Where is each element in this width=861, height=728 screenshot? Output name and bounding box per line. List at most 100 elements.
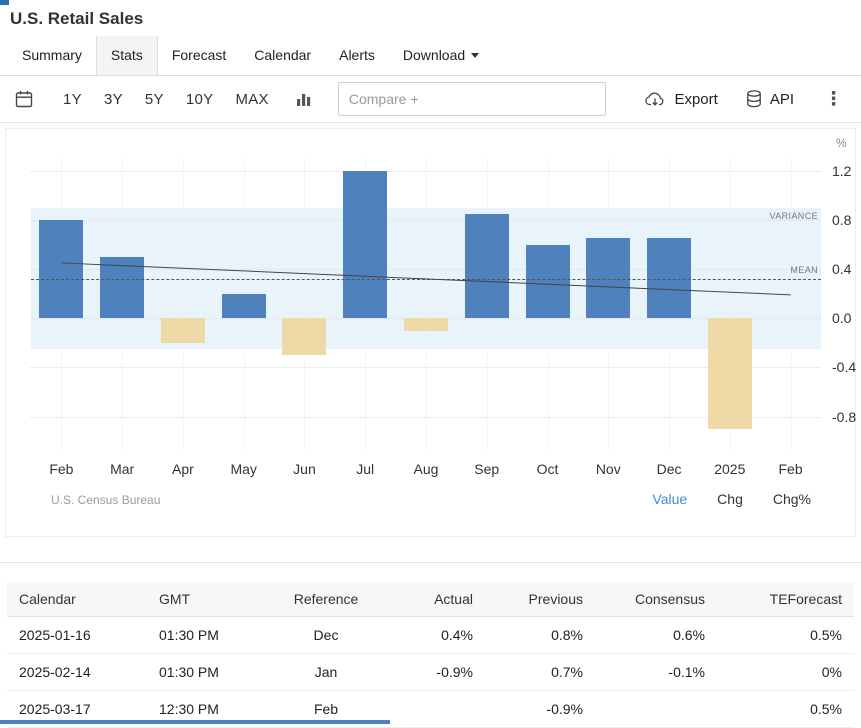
y-tick-label: 0.0: [832, 310, 851, 326]
x-tick-label: Apr: [153, 461, 214, 477]
table-cell: 0.7%: [485, 654, 595, 691]
gridline: [31, 220, 821, 221]
chevron-down-icon: [471, 53, 479, 58]
compare-input[interactable]: [338, 82, 606, 116]
table-header-calendar: Calendar: [7, 582, 147, 617]
table-cell: 2025-01-16: [7, 617, 147, 654]
tab-calendar[interactable]: Calendar: [240, 36, 325, 75]
x-tick-label: 2025: [699, 461, 760, 477]
source-label: U.S. Census Bureau: [51, 493, 160, 507]
table-header-teforecast: TEForecast: [717, 582, 854, 617]
table-cell: 2025-02-14: [7, 654, 147, 691]
table-cell: 0%: [717, 654, 854, 691]
vertical-gridline: [304, 156, 305, 451]
view-link-chg[interactable]: Chg: [717, 491, 743, 507]
bar-mar: [100, 257, 144, 318]
gridline: [31, 171, 821, 172]
view-links: Value Chg Chg%: [652, 491, 811, 507]
toolbar-right: Export API ⋮: [616, 90, 847, 109]
api-label: API: [770, 91, 794, 108]
tab-download[interactable]: Download: [389, 36, 493, 75]
results-table: CalendarGMTReferenceActualPreviousConsen…: [7, 582, 854, 728]
vertical-gridline: [426, 156, 427, 451]
table-cell: 0.5%: [717, 617, 854, 654]
bar-sep: [465, 214, 509, 318]
table-row: 2025-02-1401:30 PMJan-0.9%0.7%-0.1%0%: [7, 654, 854, 691]
view-link-chgpct[interactable]: Chg%: [773, 491, 811, 507]
table-cell: Jan: [265, 654, 387, 691]
tab-alerts[interactable]: Alerts: [325, 36, 389, 75]
table-row: 2025-01-1601:30 PMDec0.4%0.8%0.6%0.5%: [7, 617, 854, 654]
range-5y[interactable]: 5Y: [134, 91, 175, 108]
database-icon: [746, 90, 762, 108]
bar-2025: [708, 318, 752, 429]
tab-forecast[interactable]: Forecast: [158, 36, 240, 75]
tab-stats[interactable]: Stats: [96, 36, 158, 75]
table-header-gmt: GMT: [147, 582, 265, 617]
table-cell: 01:30 PM: [147, 617, 265, 654]
table-cell: 01:30 PM: [147, 654, 265, 691]
table-cell: 0.6%: [595, 617, 717, 654]
table-header-consensus: Consensus: [595, 582, 717, 617]
plot-area: MEAN VARIANCE: [31, 156, 821, 451]
table-header-row: CalendarGMTReferenceActualPreviousConsen…: [7, 582, 854, 617]
table-cell: 0.5%: [717, 691, 854, 728]
y-tick-label: 0.8: [832, 212, 851, 228]
bar-chart-icon[interactable]: [296, 91, 312, 107]
y-tick-label: -0.8: [832, 409, 856, 425]
table-cell: [595, 691, 717, 728]
y-tick-label: -0.4: [832, 359, 856, 375]
x-axis-labels: FebMarAprMayJunJulAugSepOctNovDec2025Feb: [31, 461, 821, 477]
cloud-download-icon: [644, 91, 666, 108]
gridline: [31, 367, 821, 368]
table-cell: -0.9%: [387, 654, 485, 691]
y-tick-label: 1.2: [832, 163, 851, 179]
bar-oct: [526, 245, 570, 319]
bar-feb: [39, 220, 83, 318]
gridline: [31, 269, 821, 270]
table-cell: -0.9%: [485, 691, 595, 728]
x-tick-label: Aug: [396, 461, 457, 477]
bar-jun: [282, 318, 326, 355]
range-1y[interactable]: 1Y: [52, 91, 93, 108]
page-title: U.S. Retail Sales: [0, 0, 861, 36]
table-header-reference: Reference: [265, 582, 387, 617]
table-cell: 0.8%: [485, 617, 595, 654]
vertical-gridline: [183, 156, 184, 451]
gridline: [31, 417, 821, 418]
export-label: Export: [674, 91, 717, 108]
view-link-value[interactable]: Value: [652, 491, 687, 507]
bar-jul: [343, 171, 387, 319]
y-tick-label: 0.4: [832, 261, 851, 277]
kebab-menu-icon[interactable]: ⋮: [820, 90, 847, 109]
variance-label: VARIANCE: [769, 211, 818, 221]
y-axis: % 1.20.80.40.0-0.4-0.8: [828, 156, 861, 451]
calendar-icon[interactable]: [14, 89, 34, 109]
mean-line: [31, 279, 821, 280]
table-cell: Dec: [265, 617, 387, 654]
api-button[interactable]: API: [746, 90, 794, 108]
table-header-previous: Previous: [485, 582, 595, 617]
x-tick-label: Oct: [517, 461, 578, 477]
mean-label: MEAN: [790, 265, 818, 275]
range-10y[interactable]: 10Y: [175, 91, 225, 108]
x-tick-label: May: [213, 461, 274, 477]
bar-aug: [404, 318, 448, 330]
table-body: 2025-01-1601:30 PMDec0.4%0.8%0.6%0.5%202…: [7, 617, 854, 728]
bar-may: [222, 294, 266, 319]
table-cell: 0.4%: [387, 617, 485, 654]
partial-row-strip: [0, 720, 390, 724]
chart-card: MEANVARIANCE % 1.20.80.40.0-0.4-0.8 FebM…: [5, 128, 856, 537]
export-button[interactable]: Export: [644, 91, 717, 108]
x-tick-label: Feb: [760, 461, 821, 477]
x-tick-label: Jul: [335, 461, 396, 477]
section-divider: [0, 562, 861, 563]
range-3y[interactable]: 3Y: [93, 91, 134, 108]
table-header-actual: Actual: [387, 582, 485, 617]
range-group: 1Y3Y5Y10YMAX: [52, 91, 280, 108]
x-tick-label: Feb: [31, 461, 92, 477]
corner-mark: [0, 0, 9, 5]
tab-summary[interactable]: Summary: [8, 36, 96, 75]
x-tick-label: Mar: [92, 461, 153, 477]
range-max[interactable]: MAX: [224, 91, 279, 108]
